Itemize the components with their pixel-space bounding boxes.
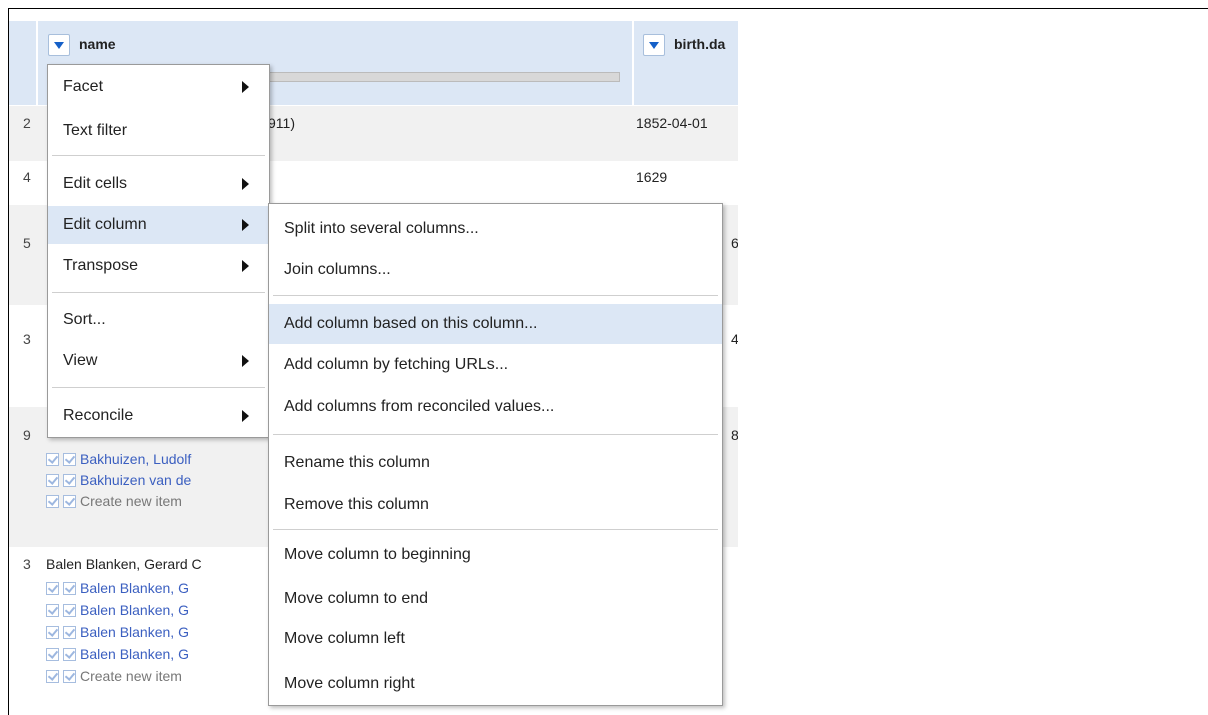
column-name-label: name	[79, 36, 116, 52]
menu-separator	[52, 387, 265, 388]
check-icon[interactable]	[63, 670, 76, 683]
column-birth-label: birth.da	[674, 36, 726, 52]
birth-cell: 8	[731, 427, 738, 443]
menu-item-edit-column[interactable]: Edit column	[48, 206, 269, 244]
check-icon[interactable]	[46, 626, 59, 639]
recon-candidate[interactable]: Bakhuizen, Ludolf	[46, 451, 191, 467]
check-icon[interactable]	[63, 604, 76, 617]
submenu-item-add-column-fetch-urls[interactable]: Add column by fetching URLs...	[269, 350, 722, 380]
check-icon[interactable]	[63, 626, 76, 639]
check-icon[interactable]	[46, 474, 59, 487]
recon-candidate[interactable]: Bakhuizen van de	[46, 472, 191, 488]
recon-create-new[interactable]: Create new item	[46, 493, 182, 509]
column-name-dropdown-icon[interactable]	[48, 34, 70, 56]
submenu-item-move-beginning[interactable]: Move column to beginning	[269, 540, 722, 570]
menu-separator	[52, 155, 265, 156]
submenu-item-move-right[interactable]: Move column right	[269, 669, 722, 699]
check-icon[interactable]	[63, 495, 76, 508]
submenu-item-split-columns[interactable]: Split into several columns...	[269, 214, 722, 244]
submenu-arrow-icon	[242, 219, 249, 231]
check-icon[interactable]	[46, 670, 59, 683]
submenu-arrow-icon	[242, 355, 249, 367]
menu-item-sort[interactable]: Sort...	[48, 305, 269, 335]
menu-item-transpose[interactable]: Transpose	[48, 251, 269, 281]
submenu-arrow-icon	[242, 178, 249, 190]
menu-item-edit-cells[interactable]: Edit cells	[48, 169, 269, 199]
recon-create-new[interactable]: Create new item	[46, 668, 182, 684]
recon-candidate[interactable]: Balen Blanken, G	[46, 624, 189, 640]
birth-cell: 1629	[636, 169, 668, 185]
recon-candidate[interactable]: Balen Blanken, G	[46, 646, 189, 662]
submenu-item-remove-column[interactable]: Remove this column	[269, 490, 722, 520]
check-icon[interactable]	[46, 604, 59, 617]
recon-candidate[interactable]: Balen Blanken, G	[46, 602, 189, 618]
menu-item-facet[interactable]: Facet	[48, 72, 269, 102]
check-icon[interactable]	[46, 453, 59, 466]
submenu-item-join-columns[interactable]: Join columns...	[269, 255, 722, 285]
menu-separator	[273, 529, 718, 530]
submenu-arrow-icon	[242, 81, 249, 93]
column-menu: Facet Text filter Edit cells Edit column…	[47, 64, 270, 438]
birth-cell: 4	[731, 331, 738, 347]
check-icon[interactable]	[46, 495, 59, 508]
birth-cell: 1852-04-01	[636, 115, 708, 131]
submenu-item-move-left[interactable]: Move column left	[269, 624, 722, 654]
header-cell-row-index	[9, 21, 36, 105]
menu-item-view[interactable]: View	[48, 346, 269, 376]
submenu-item-rename-column[interactable]: Rename this column	[269, 448, 722, 478]
name-cell: 911)	[268, 115, 295, 131]
edit-column-submenu: Split into several columns... Join colum…	[268, 203, 723, 706]
submenu-arrow-icon	[242, 410, 249, 422]
submenu-item-move-end[interactable]: Move column to end	[269, 584, 722, 614]
check-icon[interactable]	[46, 582, 59, 595]
check-icon[interactable]	[63, 648, 76, 661]
check-icon[interactable]	[46, 648, 59, 661]
name-cell: Balen Blanken, Gerard C	[46, 556, 202, 572]
submenu-item-add-column-based[interactable]: Add column based on this column...	[269, 304, 722, 344]
check-icon[interactable]	[63, 582, 76, 595]
menu-separator	[273, 295, 718, 296]
menu-separator	[273, 434, 718, 435]
submenu-item-add-columns-reconciled[interactable]: Add columns from reconciled values...	[269, 392, 722, 422]
menu-item-text-filter[interactable]: Text filter	[48, 116, 269, 146]
column-progress-bar	[218, 72, 620, 82]
menu-separator	[52, 292, 265, 293]
check-icon[interactable]	[63, 453, 76, 466]
birth-cell: 6	[731, 235, 738, 251]
column-birth-dropdown-icon[interactable]	[643, 34, 665, 56]
submenu-arrow-icon	[242, 260, 249, 272]
recon-candidate[interactable]: Balen Blanken, G	[46, 580, 189, 596]
check-icon[interactable]	[63, 474, 76, 487]
menu-item-reconcile[interactable]: Reconcile	[48, 401, 269, 431]
